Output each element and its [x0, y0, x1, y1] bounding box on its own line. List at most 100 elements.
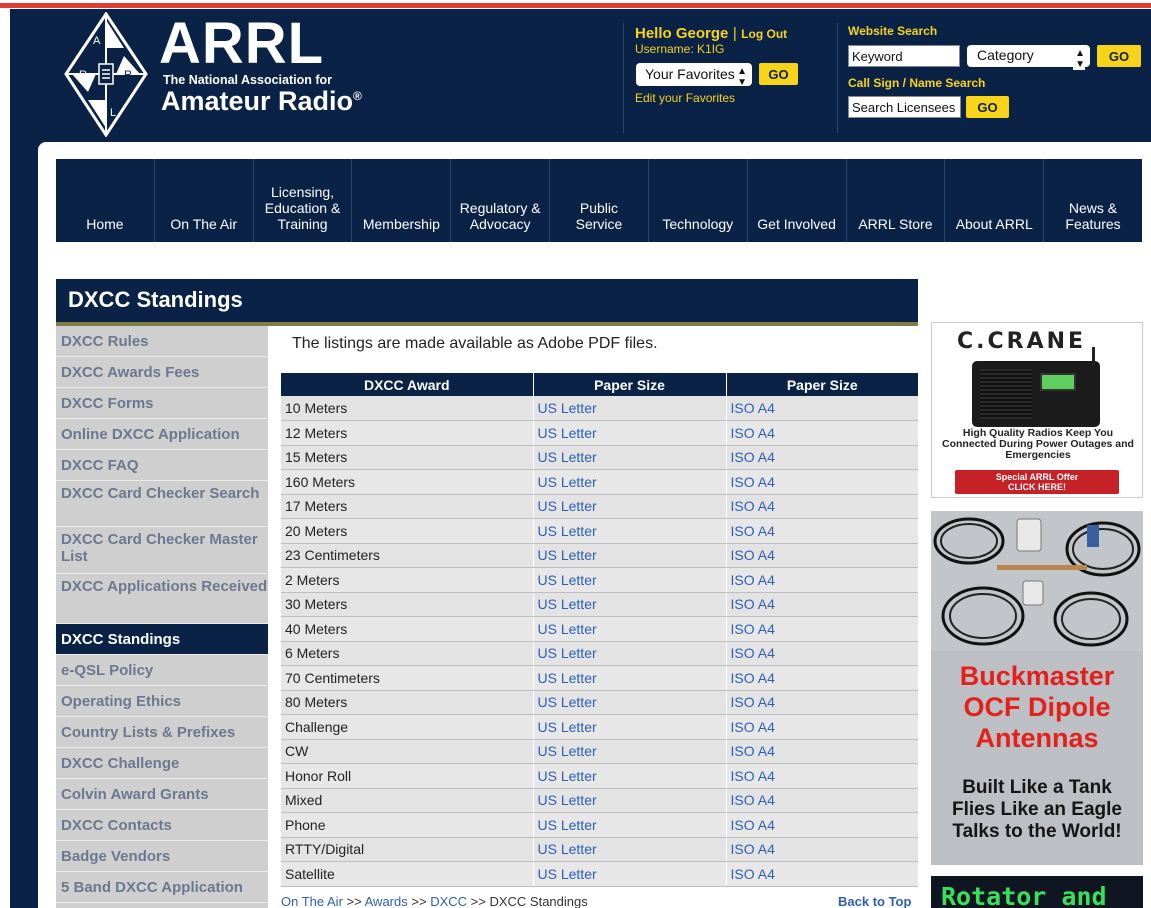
logo-wordmark[interactable]: ARRL: [159, 15, 324, 73]
sidebar-item-colvin-grants[interactable]: Colvin Award Grants: [56, 779, 268, 810]
sidebar-item-badge-vendors[interactable]: Badge Vendors: [56, 841, 268, 872]
iso-a4-link[interactable]: ISO A4: [726, 567, 918, 593]
award-name: 15 Meters: [281, 445, 534, 470]
iso-a4-link[interactable]: ISO A4: [726, 543, 918, 568]
us-letter-link[interactable]: US Letter: [533, 543, 727, 568]
us-letter-link[interactable]: US Letter: [533, 396, 727, 421]
ad-buckmaster[interactable]: Buckmaster OCF Dipole Antennas Built Lik…: [931, 511, 1143, 865]
nav-public-service[interactable]: Public Service: [549, 159, 648, 242]
licensee-search-go-button[interactable]: GO: [966, 96, 1009, 118]
logout-link[interactable]: Log Out: [741, 27, 787, 41]
iso-a4-link[interactable]: ISO A4: [726, 518, 918, 544]
award-name: Satellite: [281, 861, 534, 887]
iso-a4-link[interactable]: ISO A4: [726, 788, 918, 813]
ccrane-offer-button[interactable]: Special ARRL Offer CLICK HERE!: [955, 470, 1119, 494]
us-letter-link[interactable]: US Letter: [533, 518, 727, 544]
ccrane-text: High Quality Radios Keep You Connected D…: [942, 427, 1134, 461]
table-row: CW US Letter ISO A4: [281, 739, 918, 764]
us-letter-link[interactable]: US Letter: [533, 788, 727, 813]
nav-about-arrl[interactable]: About ARRL: [944, 159, 1043, 242]
nav-news-features[interactable]: News & Features: [1043, 159, 1142, 242]
sidebar-item-challenge[interactable]: DXCC Challenge: [56, 748, 268, 779]
us-letter-link[interactable]: US Letter: [533, 567, 727, 593]
sidebar-item-card-checker-master-list[interactable]: DXCC Card Checker Master List: [56, 527, 268, 574]
iso-a4-link[interactable]: ISO A4: [726, 469, 918, 495]
nav-membership[interactable]: Membership: [351, 159, 450, 242]
breadcrumb-awards[interactable]: Awards: [365, 894, 408, 908]
keyword-search-input[interactable]: Keyword: [848, 45, 960, 67]
table-row: 70 Centimeters US Letter ISO A4: [281, 665, 918, 691]
us-letter-link[interactable]: US Letter: [533, 861, 727, 887]
iso-a4-link[interactable]: ISO A4: [726, 690, 918, 715]
sidebar-item-faq[interactable]: DXCC FAQ: [56, 450, 268, 481]
iso-a4-link[interactable]: ISO A4: [726, 420, 918, 446]
us-letter-link[interactable]: US Letter: [533, 739, 727, 764]
ad-rotator[interactable]: Rotator and: [931, 876, 1143, 908]
us-letter-link[interactable]: US Letter: [533, 616, 727, 642]
header-award: DXCC Award: [281, 373, 534, 396]
iso-a4-link[interactable]: ISO A4: [726, 739, 918, 764]
sidebar-item-card-checker-search[interactable]: DXCC Card Checker Search: [56, 481, 268, 527]
arrl-diamond-logo-icon[interactable]: A R R L: [64, 12, 148, 137]
table-row: 17 Meters US Letter ISO A4: [281, 494, 918, 519]
us-letter-link[interactable]: US Letter: [533, 690, 727, 715]
iso-a4-link[interactable]: ISO A4: [726, 494, 918, 519]
sidebar-item-eqsl-policy[interactable]: e-QSL Policy: [56, 655, 268, 686]
sidebar-item-operating-ethics[interactable]: Operating Ethics: [56, 686, 268, 717]
nav-get-involved[interactable]: Get Involved: [746, 159, 846, 242]
nav-arrl-store[interactable]: ARRL Store: [845, 159, 945, 242]
header-paper-size-a4: Paper Size: [726, 373, 918, 396]
us-letter-link[interactable]: US Letter: [533, 812, 727, 838]
edit-favorites-link[interactable]: Edit your Favorites: [635, 91, 735, 105]
nav-on-the-air[interactable]: On The Air: [153, 159, 253, 242]
sidebar-item-awards-fees[interactable]: DXCC Awards Fees: [56, 357, 268, 388]
table-row: 30 Meters US Letter ISO A4: [281, 592, 918, 617]
iso-a4-link[interactable]: ISO A4: [726, 861, 918, 887]
offer-line2: CLICK HERE!: [1008, 482, 1066, 492]
sidebar-item-applications-received[interactable]: DXCC Applications Received: [56, 574, 268, 624]
nav-home[interactable]: Home: [56, 159, 154, 242]
website-search-go-button[interactable]: GO: [1097, 45, 1141, 67]
us-letter-link[interactable]: US Letter: [533, 469, 727, 495]
iso-a4-link[interactable]: ISO A4: [726, 665, 918, 691]
sidebar-item-contacts[interactable]: DXCC Contacts: [56, 810, 268, 841]
iso-a4-link[interactable]: ISO A4: [726, 714, 918, 740]
us-letter-link[interactable]: US Letter: [533, 641, 727, 666]
nav-technology[interactable]: Technology: [647, 159, 747, 242]
favorites-select[interactable]: Your Favorites ▲ ▼: [636, 63, 752, 86]
nav-licensing[interactable]: Licensing, Education & Training: [252, 159, 352, 242]
iso-a4-link[interactable]: ISO A4: [726, 396, 918, 421]
category-select[interactable]: Category ▲ ▼: [967, 45, 1090, 70]
sidebar-item-online-application[interactable]: Online DXCC Application: [56, 419, 268, 450]
iso-a4-link[interactable]: ISO A4: [726, 763, 918, 789]
breadcrumb-on-the-air[interactable]: On The Air: [281, 894, 343, 908]
us-letter-link[interactable]: US Letter: [533, 665, 727, 691]
us-letter-link[interactable]: US Letter: [533, 592, 727, 617]
iso-a4-link[interactable]: ISO A4: [726, 616, 918, 642]
ad-ccrane[interactable]: C.CRANE High Quality Radios Keep You Con…: [931, 322, 1143, 498]
us-letter-link[interactable]: US Letter: [533, 420, 727, 446]
intro-text: The listings are made available as Adobe…: [292, 335, 658, 352]
iso-a4-link[interactable]: ISO A4: [726, 445, 918, 470]
sidebar-item-dxcc-rules[interactable]: DXCC Rules: [56, 326, 268, 357]
iso-a4-link[interactable]: ISO A4: [726, 592, 918, 617]
us-letter-link[interactable]: US Letter: [533, 837, 727, 862]
iso-a4-link[interactable]: ISO A4: [726, 837, 918, 862]
sidebar-item-5band-application[interactable]: 5 Band DXCC Application: [56, 872, 268, 903]
us-letter-link[interactable]: US Letter: [533, 714, 727, 740]
sidebar-item-country-lists[interactable]: Country Lists & Prefixes: [56, 717, 268, 748]
favorites-go-button[interactable]: GO: [759, 63, 798, 85]
iso-a4-link[interactable]: ISO A4: [726, 812, 918, 838]
iso-a4-link[interactable]: ISO A4: [726, 641, 918, 666]
licensee-search-input[interactable]: Search Licensees: [848, 96, 961, 118]
table-row: 10 Meters US Letter ISO A4: [281, 396, 918, 421]
sidebar-item-forms[interactable]: DXCC Forms: [56, 388, 268, 419]
sidebar-item-standings[interactable]: DXCC Standings: [56, 624, 268, 655]
antenna-coils-image-icon: [931, 511, 1143, 651]
back-to-top-link[interactable]: Back to Top: [838, 894, 911, 908]
breadcrumb-dxcc[interactable]: DXCC: [430, 894, 467, 908]
us-letter-link[interactable]: US Letter: [533, 445, 727, 470]
nav-regulatory[interactable]: Regulatory & Advocacy: [450, 159, 549, 242]
us-letter-link[interactable]: US Letter: [533, 494, 727, 519]
us-letter-link[interactable]: US Letter: [533, 763, 727, 789]
